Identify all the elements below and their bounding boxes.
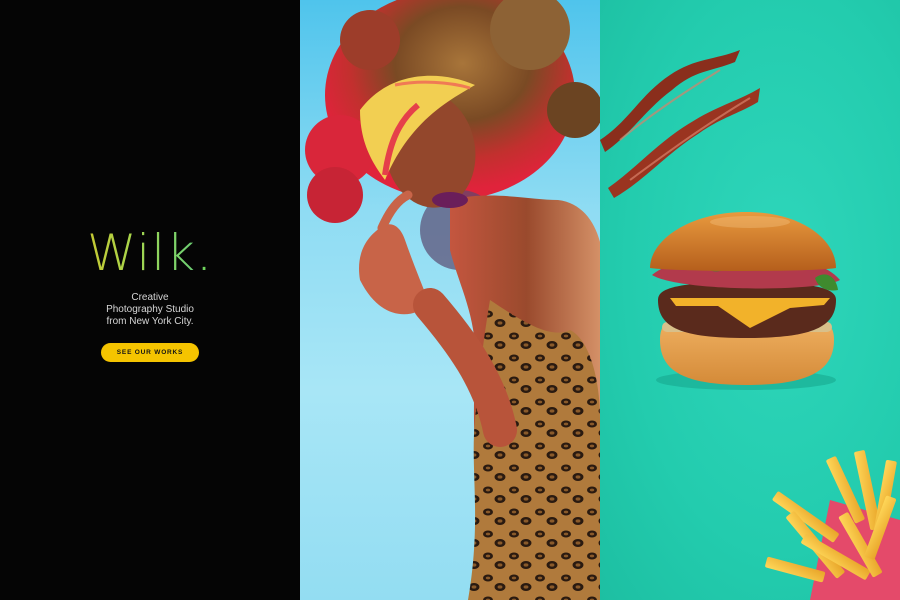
logo-dot: . xyxy=(196,224,213,282)
portrait-photo[interactable] xyxy=(300,0,600,600)
fries xyxy=(765,450,900,600)
tagline-line-2: Photography Studio xyxy=(106,304,194,315)
brand-panel: Wilk. Creative Photography Studio from N… xyxy=(0,0,300,600)
food-photo[interactable] xyxy=(600,0,900,600)
brand-block: Wilk. Creative Photography Studio from N… xyxy=(0,228,300,362)
tagline: Creative Photography Studio from New Yor… xyxy=(0,292,300,328)
tagline-line-3: from New York City. xyxy=(106,316,194,327)
portrait-illustration xyxy=(305,0,600,600)
see-our-works-button[interactable]: SEE OUR WORKS xyxy=(100,343,200,362)
logo-text: Wilk xyxy=(87,224,197,282)
food-illustration xyxy=(600,50,900,600)
hero-page: Wilk. Creative Photography Studio from N… xyxy=(0,0,900,600)
bacon-strips xyxy=(600,50,760,198)
burger xyxy=(650,212,840,390)
tagline-line-1: Creative xyxy=(131,292,169,303)
logo[interactable]: Wilk. xyxy=(87,228,213,278)
